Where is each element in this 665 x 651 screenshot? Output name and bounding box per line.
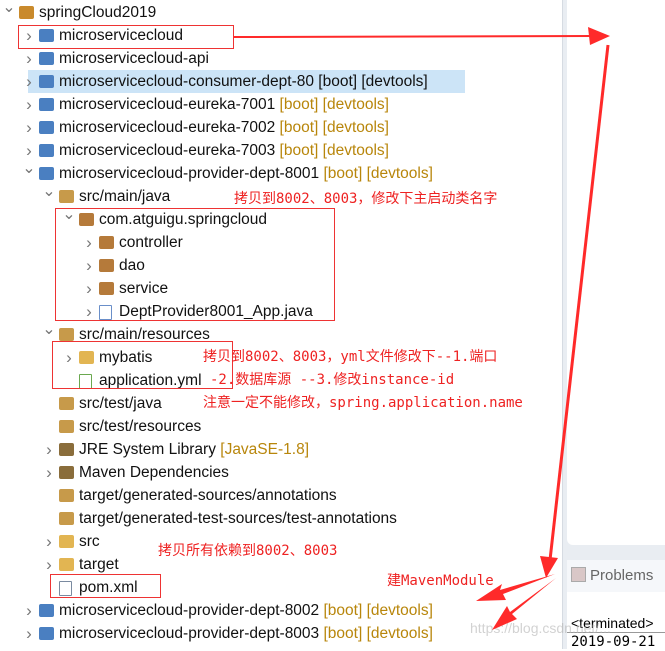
tree-item-label: JRE System Library	[79, 441, 216, 458]
tree-item-decoration: [JavaSE-1.8]	[215, 441, 309, 458]
source-folder-icon	[59, 489, 74, 502]
chevron-right-icon[interactable]: ›	[42, 553, 56, 576]
annotation-yml-line3: 注意一定不能修改，spring.application.name	[203, 395, 523, 411]
maven-project-icon	[39, 627, 54, 640]
tree-item[interactable]: › microservicecloud-eureka-7003 [boot] [d…	[0, 139, 560, 162]
tree-item-label: microservicecloud-consumer-dept-80 [boot…	[59, 73, 428, 90]
tree-item-decoration: [boot] [devtools]	[275, 142, 389, 159]
tree-item-label: target/generated-test-sources/test-annot…	[79, 510, 397, 527]
annotation-new-module: 建MavenModule	[387, 573, 494, 589]
maven-project-icon	[39, 121, 54, 134]
chevron-down-icon[interactable]: ⌄	[22, 157, 36, 180]
tree-item-label: microservicecloud-eureka-7003	[59, 142, 276, 159]
tree-item-label: microservicecloud-provider-dept-8003	[59, 625, 320, 642]
annotation-yml-line1: 拷贝到8002、8003，yml文件修改下--1.端口	[203, 349, 498, 365]
tree-item-label: target/generated-sources/annotations	[79, 487, 337, 504]
tree-item-label: target	[79, 556, 119, 573]
chevron-right-icon[interactable]: ›	[22, 93, 36, 116]
tree-item-label: Maven Dependencies	[79, 464, 229, 481]
library-icon	[59, 466, 74, 479]
annotation-deps: 拷贝所有依赖到8002、8003	[158, 543, 338, 559]
problems-icon	[571, 567, 586, 582]
tree-item[interactable]: › microservicecloud-api	[0, 47, 560, 70]
chevron-right-icon[interactable]: ›	[22, 116, 36, 139]
tree-item[interactable]: › JRE System Library [JavaSE-1.8]	[0, 438, 560, 461]
tree-item-decoration: [boot] [devtools]	[319, 602, 433, 619]
tree-item[interactable]: › microservicecloud-eureka-7002 [boot] [d…	[0, 116, 560, 139]
tree-item-label: springCloud2019	[39, 4, 157, 21]
chevron-down-icon[interactable]: ⌄	[42, 180, 56, 203]
chevron-right-icon[interactable]: ›	[22, 47, 36, 70]
annotation-box-microservicecloud	[18, 25, 234, 49]
maven-project-warning-icon	[39, 167, 54, 180]
tree-item[interactable]: › microservicecloud-consumer-dept-80 [boo…	[26, 70, 465, 93]
tree-item-label: microservicecloud-provider-dept-8001	[59, 165, 320, 182]
tree-item-label: src/test/resources	[79, 418, 202, 435]
chevron-right-icon[interactable]: ›	[22, 599, 36, 622]
working-set-icon	[19, 6, 34, 19]
chevron-right-icon[interactable]: ›	[42, 530, 56, 553]
maven-project-warning-icon	[39, 75, 54, 88]
tree-item-decoration: [boot] [devtools]	[319, 165, 433, 182]
tree-item[interactable]: target/generated-test-sources/test-annot…	[0, 507, 560, 530]
chevron-down-icon[interactable]: ⌄	[2, 0, 16, 19]
source-folder-icon	[59, 190, 74, 203]
tree-item-label: src/main/java	[79, 188, 171, 205]
tree-item-label: src	[79, 533, 100, 550]
source-folder-icon	[59, 420, 74, 433]
tree-item-decoration: [boot] [devtools]	[319, 625, 433, 642]
annotation-box-package	[55, 208, 335, 321]
tree-item[interactable]: › microservicecloud-provider-dept-8002 [b…	[0, 599, 560, 622]
maven-project-icon	[39, 604, 54, 617]
tree-item[interactable]: › microservicecloud-eureka-7001 [boot] [d…	[0, 93, 560, 116]
tree-item[interactable]: ⌄ springCloud2019	[0, 0, 560, 24]
folder-icon	[59, 535, 74, 548]
tree-item[interactable]: target/generated-sources/annotations	[0, 484, 560, 507]
right-panel: Problems <terminated> 2019-09-21	[562, 0, 665, 650]
annotation-box-pom	[50, 574, 161, 598]
tree-item-label: microservicecloud-eureka-7001	[59, 96, 276, 113]
chevron-right-icon[interactable]: ›	[22, 622, 36, 645]
tab-problems[interactable]: Problems	[567, 560, 665, 592]
source-folder-icon	[59, 512, 74, 525]
maven-project-icon	[39, 52, 54, 65]
annotation-rename-main: 拷贝到8002、8003，修改下主启动类名字	[234, 191, 498, 207]
library-icon	[59, 443, 74, 456]
folder-icon	[59, 558, 74, 571]
chevron-right-icon[interactable]: ›	[42, 438, 56, 461]
problems-tab-label: Problems	[590, 567, 654, 584]
watermark: https://blog.csdn.net/...	[470, 620, 611, 636]
chevron-down-icon[interactable]: ⌄	[42, 318, 56, 341]
editor-area	[567, 0, 665, 545]
tree-item-decoration: [boot] [devtools]	[275, 96, 389, 113]
tree-item-decoration: [boot] [devtools]	[275, 119, 389, 136]
maven-project-icon	[39, 144, 54, 157]
source-folder-icon	[59, 328, 74, 341]
tree-item[interactable]: › Maven Dependencies	[0, 461, 560, 484]
maven-project-icon	[39, 98, 54, 111]
annotation-yml-line2: -2.数据库源 --3.修改instance-id	[210, 372, 455, 388]
chevron-right-icon[interactable]: ›	[22, 70, 36, 93]
tree-item[interactable]: src/test/resources	[0, 415, 560, 438]
tree-item-label: src/test/java	[79, 395, 162, 412]
tree-item-label: microservicecloud-api	[59, 50, 209, 67]
source-folder-icon	[59, 397, 74, 410]
tree-item-label: microservicecloud-eureka-7002	[59, 119, 276, 136]
tree-item-label: microservicecloud-provider-dept-8002	[59, 602, 320, 619]
tree-item[interactable]: ⌄ microservicecloud-provider-dept-8001 [b…	[0, 160, 560, 185]
chevron-right-icon[interactable]: ›	[42, 461, 56, 484]
